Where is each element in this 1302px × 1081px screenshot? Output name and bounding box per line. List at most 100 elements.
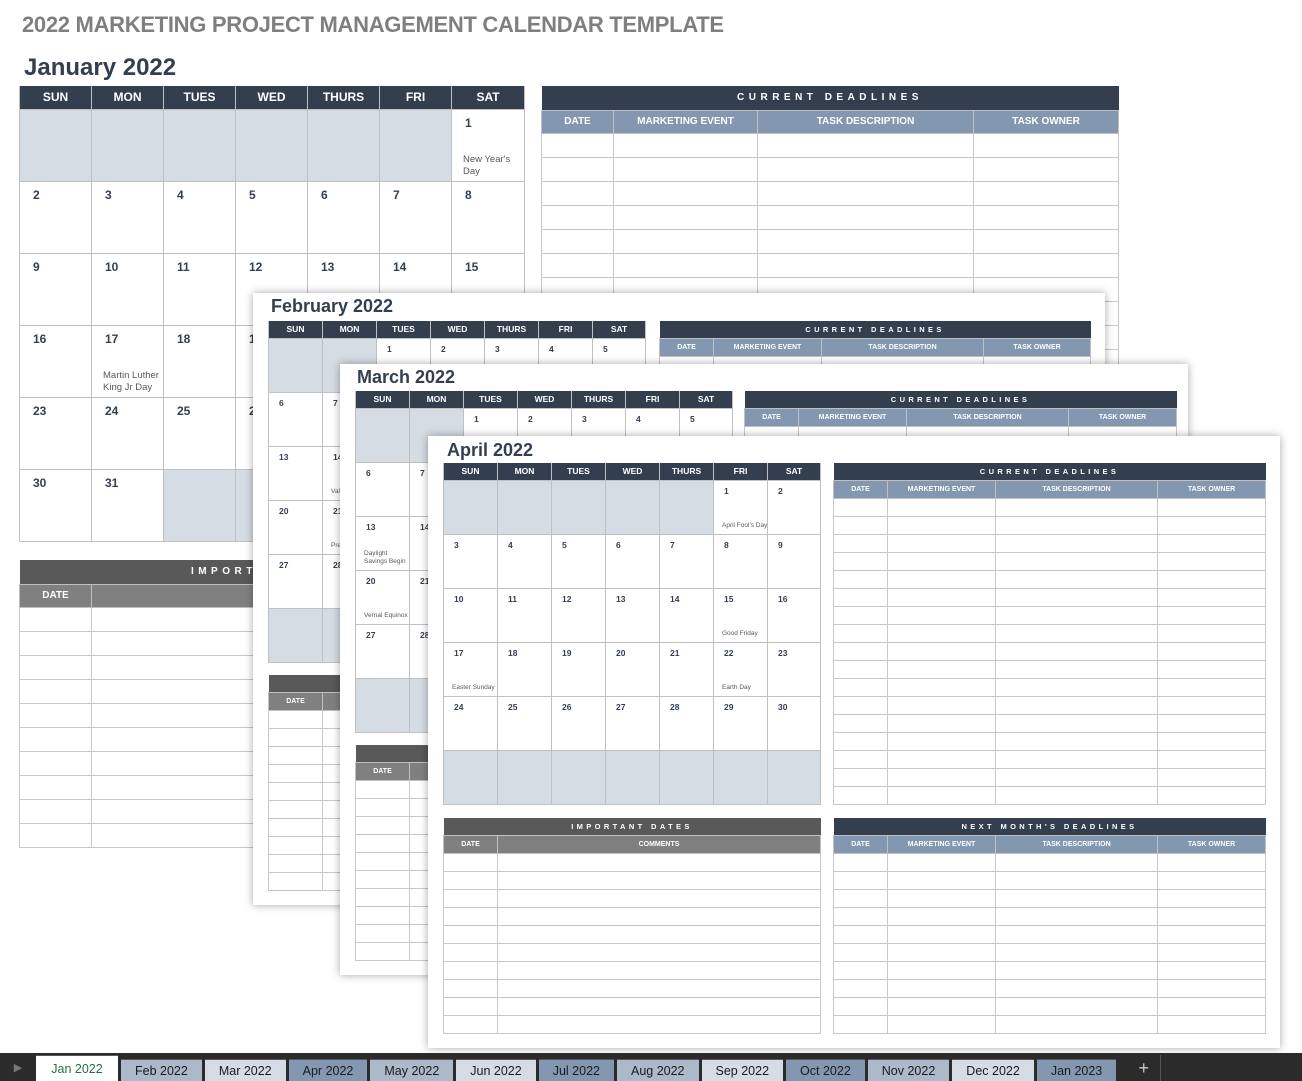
table-cell[interactable]: [497, 924, 821, 944]
table-cell[interactable]: [1156, 785, 1267, 805]
calendar-day-cell[interactable]: 30: [767, 695, 821, 751]
calendar-day-cell[interactable]: 25: [163, 396, 236, 470]
table-cell[interactable]: [268, 871, 323, 891]
table-cell[interactable]: [833, 749, 888, 769]
table-cell[interactable]: [887, 996, 996, 1016]
table-cell[interactable]: [1156, 906, 1267, 926]
table-cell[interactable]: [995, 924, 1158, 944]
table-cell[interactable]: [268, 763, 323, 783]
table-cell[interactable]: [887, 978, 996, 998]
table-cell[interactable]: [1156, 978, 1267, 998]
table-cell[interactable]: [268, 709, 323, 729]
calendar-empty-cell[interactable]: [379, 108, 452, 182]
calendar-day-cell[interactable]: 31: [91, 468, 164, 542]
table-cell[interactable]: [972, 180, 1120, 206]
table-cell[interactable]: [995, 713, 1158, 733]
table-cell[interactable]: [833, 515, 888, 535]
add-sheet-button[interactable]: +: [1127, 1055, 1162, 1081]
table-cell[interactable]: [19, 774, 92, 800]
table-cell[interactable]: [757, 180, 974, 206]
calendar-day-cell[interactable]: 6: [268, 391, 323, 447]
calendar-day-cell[interactable]: 22 Earth Day: [713, 641, 768, 697]
calendar-day-cell[interactable]: 4: [497, 533, 552, 589]
table-cell[interactable]: [355, 779, 410, 799]
calendar-empty-cell[interactable]: [659, 479, 714, 535]
table-cell[interactable]: [355, 797, 410, 817]
table-cell[interactable]: [833, 870, 888, 890]
calendar-day-cell[interactable]: 3: [443, 533, 498, 589]
table-cell[interactable]: [268, 835, 323, 855]
table-cell[interactable]: [497, 996, 821, 1016]
table-cell[interactable]: [972, 156, 1120, 182]
calendar-day-cell[interactable]: 12: [551, 587, 606, 643]
calendar-empty-cell[interactable]: [355, 677, 410, 733]
calendar-empty-cell[interactable]: [605, 479, 660, 535]
calendar-day-cell[interactable]: 9: [767, 533, 821, 589]
table-cell[interactable]: [833, 677, 888, 697]
calendar-day-cell[interactable]: 1 April Fool's Day: [713, 479, 768, 535]
table-cell[interactable]: [19, 822, 92, 848]
calendar-day-cell[interactable]: 11: [497, 587, 552, 643]
table-cell[interactable]: [833, 785, 888, 805]
calendar-day-cell[interactable]: 6: [605, 533, 660, 589]
sheet-tab[interactable]: Apr 2022: [288, 1059, 368, 1081]
table-cell[interactable]: [497, 888, 821, 908]
table-cell[interactable]: [19, 678, 92, 704]
table-cell[interactable]: [995, 888, 1158, 908]
table-cell[interactable]: [757, 156, 974, 182]
table-cell[interactable]: [1156, 713, 1267, 733]
table-cell[interactable]: [443, 924, 498, 944]
calendar-day-cell[interactable]: 29: [713, 695, 768, 751]
table-cell[interactable]: [995, 767, 1158, 787]
table-cell[interactable]: [541, 156, 614, 182]
calendar-day-cell[interactable]: 26: [551, 695, 606, 751]
calendar-day-cell[interactable]: 11: [163, 252, 236, 326]
calendar-day-cell[interactable]: 6: [355, 461, 410, 517]
table-cell[interactable]: [1156, 695, 1267, 715]
sheet-tab[interactable]: May 2022: [370, 1059, 454, 1081]
table-cell[interactable]: [1156, 870, 1267, 890]
table-cell[interactable]: [443, 960, 498, 980]
table-cell[interactable]: [833, 942, 888, 962]
table-cell[interactable]: [268, 799, 323, 819]
calendar-day-cell[interactable]: 2: [19, 180, 92, 254]
calendar-day-cell[interactable]: 17 Easter Sunday: [443, 641, 498, 697]
calendar-day-cell[interactable]: 20 Vernal Equinox: [355, 569, 410, 625]
calendar-day-cell[interactable]: 5: [551, 533, 606, 589]
table-cell[interactable]: [995, 870, 1158, 890]
table-cell[interactable]: [355, 869, 410, 889]
calendar-day-cell[interactable]: 10: [443, 587, 498, 643]
table-cell[interactable]: [887, 533, 996, 553]
table-cell[interactable]: [833, 695, 888, 715]
table-cell[interactable]: [613, 180, 758, 206]
calendar-day-cell[interactable]: 7: [659, 533, 714, 589]
table-cell[interactable]: [355, 851, 410, 871]
calendar-day-cell[interactable]: 5: [235, 180, 308, 254]
calendar-day-cell[interactable]: 14: [659, 587, 714, 643]
table-cell[interactable]: [887, 677, 996, 697]
table-cell[interactable]: [355, 905, 410, 925]
table-cell[interactable]: [887, 551, 996, 571]
table-cell[interactable]: [887, 1014, 996, 1034]
calendar-day-cell[interactable]: 28: [659, 695, 714, 751]
table-cell[interactable]: [887, 942, 996, 962]
table-cell[interactable]: [1156, 749, 1267, 769]
calendar-day-cell[interactable]: 13: [605, 587, 660, 643]
table-cell[interactable]: [443, 942, 498, 962]
calendar-empty-cell[interactable]: [163, 468, 236, 542]
table-cell[interactable]: [887, 587, 996, 607]
calendar-empty-cell[interactable]: [443, 749, 498, 805]
table-cell[interactable]: [1156, 960, 1267, 980]
table-cell[interactable]: [19, 702, 92, 728]
table-cell[interactable]: [1156, 605, 1267, 625]
calendar-day-cell[interactable]: 4: [163, 180, 236, 254]
table-cell[interactable]: [1156, 569, 1267, 589]
calendar-day-cell[interactable]: 9: [19, 252, 92, 326]
table-cell[interactable]: [1156, 659, 1267, 679]
play-right-icon[interactable]: ▶: [0, 1053, 36, 1081]
table-cell[interactable]: [268, 853, 323, 873]
table-cell[interactable]: [887, 659, 996, 679]
table-cell[interactable]: [355, 923, 410, 943]
calendar-empty-cell[interactable]: [355, 407, 410, 463]
calendar-empty-cell[interactable]: [713, 749, 768, 805]
